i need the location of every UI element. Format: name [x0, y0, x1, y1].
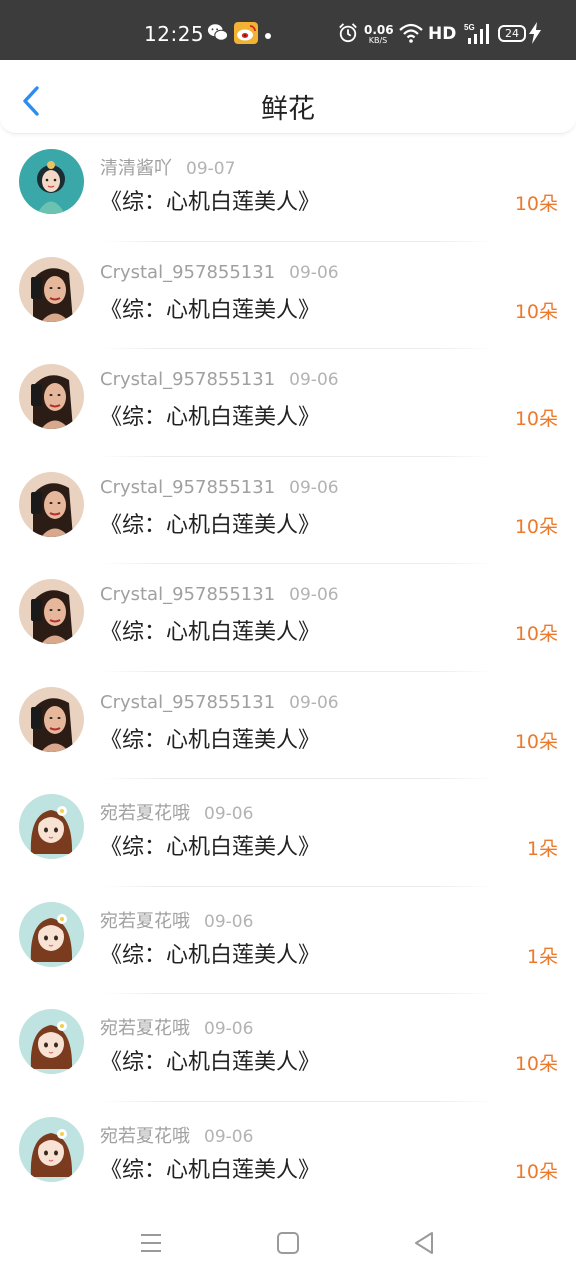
book-title: 《综：心机白莲美人》 — [100, 620, 321, 645]
gift-date: 09-07 — [186, 159, 236, 179]
username[interactable]: 宛若夏花哦 — [100, 911, 190, 932]
book-title: 《综：心机白莲美人》 — [100, 1157, 321, 1183]
wifi-icon — [399, 23, 423, 43]
username[interactable]: Crystal_957855131 — [100, 477, 275, 498]
book-title: 《综：心机白莲美人》 — [100, 297, 321, 323]
alarm-icon — [339, 23, 357, 43]
flower-amount: 1朵 — [526, 945, 558, 968]
gift-meta: 清清酱吖 09-07 — [100, 154, 235, 180]
gift-meta: 宛若夏花哦 09-06 — [100, 907, 253, 933]
gift-meta: 宛若夏花哦 09-06 — [100, 1014, 253, 1040]
list-item[interactable]: Crystal_957855131 09-06 《综：心机白莲美人》 10朵 — [0, 242, 576, 349]
avatar[interactable] — [19, 256, 84, 322]
username[interactable]: Crystal_957855131 — [100, 692, 275, 713]
list-item[interactable]: 清清酱吖 09-07 《综：心机白莲美人》 10朵 — [0, 134, 576, 242]
list-item[interactable]: Crystal_957855131 09-06 《综：心机白莲美人》 10朵 — [0, 564, 576, 672]
username[interactable]: 宛若夏花哦 — [100, 803, 190, 824]
menu-icon[interactable] — [135, 1227, 167, 1259]
battery-icon: 24 — [498, 25, 526, 42]
svg-text:5G: 5G — [464, 23, 475, 32]
list-item[interactable]: Crystal_957855131 09-06 《综：心机白莲美人》 10朵 — [0, 349, 576, 457]
gift-date: 09-06 — [204, 1019, 254, 1039]
flower-amount: 10朵 — [514, 193, 558, 215]
network-speed: 0.06 KB/S — [364, 23, 394, 45]
flower-amount: 10朵 — [514, 1053, 558, 1075]
gift-date: 09-06 — [289, 262, 339, 283]
book-title: 《综：心机白莲美人》 — [100, 1050, 321, 1075]
username[interactable]: 清清酱吖 — [100, 158, 172, 179]
book-title: 《综：心机白莲美人》 — [100, 942, 321, 968]
username[interactable]: 宛若夏花哦 — [100, 1126, 190, 1147]
book-title: 《综：心机白莲美人》 — [100, 512, 321, 538]
flower-amount: 10朵 — [514, 515, 558, 538]
book-title: 《综：心机白莲美人》 — [100, 190, 321, 215]
gift-date: 09-06 — [289, 585, 339, 605]
notification-dot — [265, 33, 271, 39]
avatar[interactable] — [19, 579, 84, 644]
list-item[interactable]: Crystal_957855131 09-06 《综：心机白莲美人》 10朵 — [0, 672, 576, 779]
flower-amount: 10朵 — [514, 623, 558, 645]
flower-list: 清清酱吖 09-07 《综：心机白莲美人》 10朵 Crystal_957855131 0… — [0, 134, 576, 1209]
flower-amount: 10朵 — [514, 300, 558, 323]
signal-icon: 5G — [464, 23, 489, 44]
gift-meta: Crystal_957855131 09-06 — [100, 477, 339, 498]
hd-indicator: HD — [428, 24, 457, 44]
gift-meta: Crystal_957855131 09-06 — [100, 369, 339, 390]
username[interactable]: Crystal_957855131 — [100, 584, 275, 605]
list-item[interactable]: 宛若夏花哦 09-06 《综：心机白莲美人》 1朵 — [0, 887, 576, 994]
avatar[interactable] — [19, 1116, 84, 1182]
avatar[interactable] — [19, 471, 84, 537]
avatar[interactable] — [19, 149, 84, 214]
list-item[interactable]: 宛若夏花哦 09-06 《综：心机白莲美人》 1朵 — [0, 779, 576, 887]
back-triangle-icon[interactable] — [408, 1227, 440, 1259]
book-title: 《综：心机白莲美人》 — [100, 835, 321, 860]
book-title: 《综：心机白莲美人》 — [100, 727, 321, 753]
book-title: 《综：心机白莲美人》 — [100, 405, 321, 430]
gift-date: 09-06 — [204, 1126, 254, 1147]
gift-meta: Crystal_957855131 09-06 — [100, 692, 339, 713]
avatar[interactable] — [19, 364, 84, 429]
gift-meta: 宛若夏花哦 09-06 — [100, 799, 253, 825]
avatar[interactable] — [19, 901, 84, 967]
charging-icon — [529, 22, 541, 44]
username[interactable]: Crystal_957855131 — [100, 369, 275, 390]
list-item[interactable]: 宛若夏花哦 09-06 《综：心机白莲美人》 10朵 — [0, 994, 576, 1102]
avatar[interactable] — [19, 794, 84, 859]
status-bar: 12:25 0.06 KB/S HD 5G 24 — [0, 0, 576, 60]
gift-date: 09-06 — [204, 804, 254, 824]
gift-meta: 宛若夏花哦 09-06 — [100, 1122, 253, 1148]
gift-date: 09-06 — [289, 692, 339, 713]
weibo-icon — [234, 22, 258, 44]
gift-meta: Crystal_957855131 09-06 — [100, 262, 339, 283]
avatar[interactable] — [19, 1009, 84, 1074]
wechat-icon — [207, 24, 229, 41]
username[interactable]: Crystal_957855131 — [100, 262, 275, 283]
flower-amount: 10朵 — [514, 408, 558, 430]
flower-amount: 10朵 — [514, 1160, 558, 1183]
status-time: 12:25 — [144, 22, 205, 46]
gift-meta: Crystal_957855131 09-06 — [100, 584, 339, 605]
home-icon[interactable] — [272, 1227, 304, 1259]
page-title: 鲜花 — [261, 94, 315, 125]
gift-date: 09-06 — [204, 911, 254, 932]
flower-amount: 10朵 — [514, 730, 558, 753]
system-nav-bar — [0, 1205, 576, 1280]
avatar[interactable] — [19, 686, 84, 752]
gift-date: 09-06 — [289, 370, 339, 390]
list-item[interactable]: Crystal_957855131 09-06 《综：心机白莲美人》 10朵 — [0, 457, 576, 564]
username[interactable]: 宛若夏花哦 — [100, 1018, 190, 1039]
gift-date: 09-06 — [289, 477, 339, 498]
list-item[interactable]: 宛若夏花哦 09-06 《综：心机白莲美人》 10朵 — [0, 1102, 576, 1209]
top-app-bar: 鲜花 — [0, 60, 576, 134]
flower-amount: 1朵 — [526, 838, 558, 860]
